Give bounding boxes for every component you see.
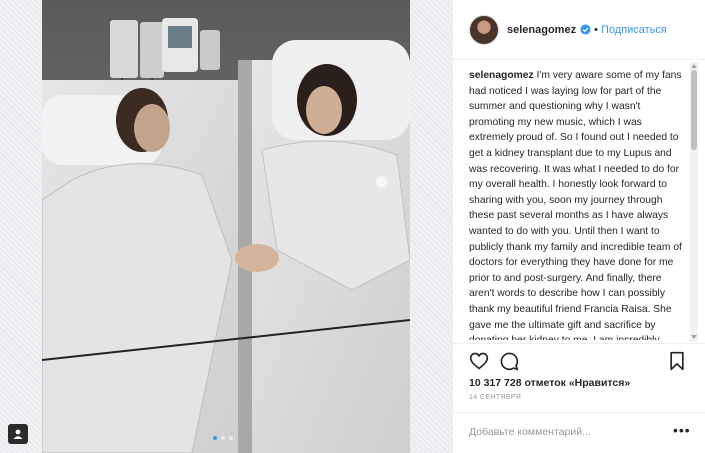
bookmark-icon[interactable] (667, 351, 687, 371)
caption-scroll-thumb[interactable] (691, 70, 697, 150)
carousel-dot (221, 436, 225, 440)
caption-username[interactable]: selenagomez (469, 70, 534, 81)
post-caption: selenagomez I'm very aware some of my fa… (469, 68, 684, 340)
post-side-panel: selenagomez • Подписаться selenagomez I'… (452, 0, 705, 453)
comment-input[interactable] (469, 423, 659, 441)
scroll-up-icon[interactable] (691, 63, 697, 69)
user-tag-button[interactable] (8, 424, 28, 444)
header-separator: • (594, 23, 598, 36)
carousel-dot (213, 436, 217, 440)
likes-count[interactable]: 10 317 728 отметок «Нравится» (469, 377, 630, 389)
post-header: selenagomez • Подписаться (453, 0, 705, 60)
caption-text: I'm very aware some of my fans had notic… (469, 70, 682, 340)
avatar[interactable] (469, 14, 499, 45)
verified-badge-icon (580, 24, 591, 35)
media-area (0, 0, 452, 453)
carousel-dot (229, 436, 233, 440)
user-tag-icon (13, 429, 23, 439)
follow-button[interactable]: Подписаться (601, 24, 667, 36)
post-date[interactable]: 14 сентября (469, 394, 521, 401)
comment-icon[interactable] (499, 351, 519, 371)
hospital-photo-image (42, 0, 410, 453)
scroll-down-icon[interactable] (691, 334, 697, 340)
carousel-indicator (213, 436, 233, 440)
instagram-post-viewer: selenagomez • Подписаться selenagomez I'… (0, 0, 705, 453)
header-username[interactable]: selenagomez (507, 24, 576, 36)
post-photo[interactable] (42, 0, 410, 453)
post-actions (453, 343, 705, 373)
heart-icon[interactable] (469, 351, 489, 371)
comment-section: ••• (453, 412, 705, 453)
more-options-button[interactable]: ••• (673, 423, 691, 437)
